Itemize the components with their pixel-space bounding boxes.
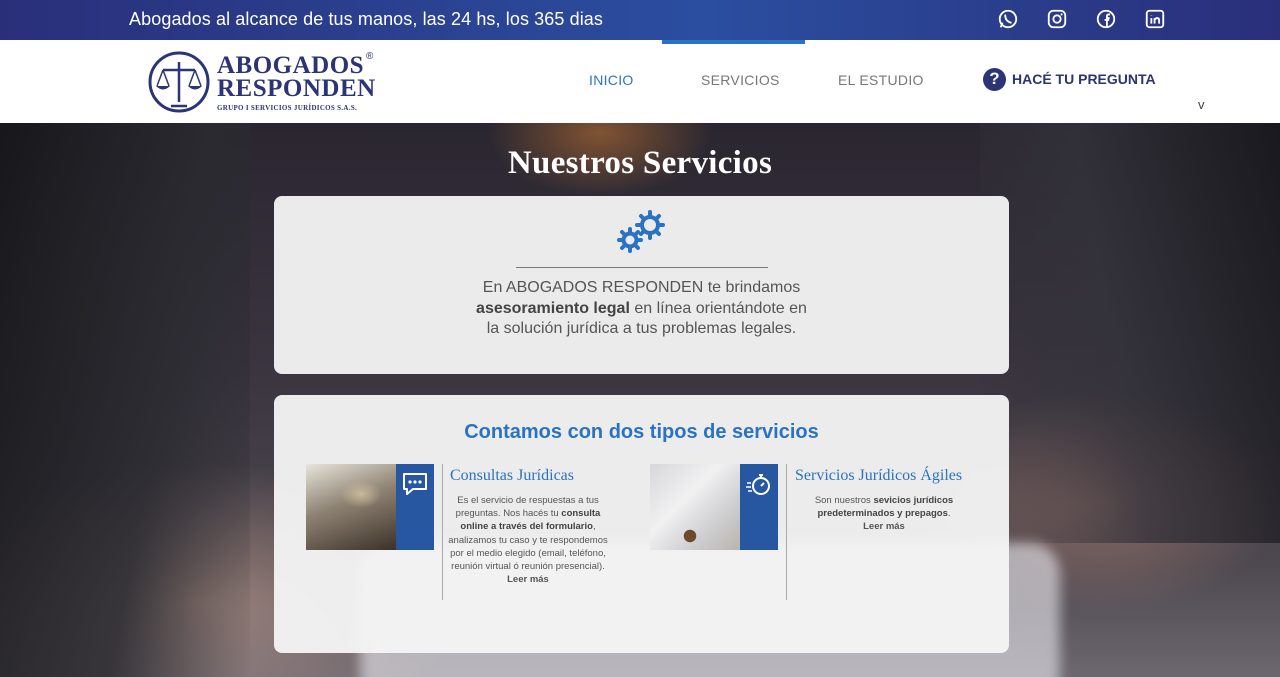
whatsapp-icon[interactable]	[997, 8, 1019, 30]
chevron-down-icon[interactable]: v	[1198, 97, 1205, 112]
logo[interactable]: ABOGADOS ® RESPONDEN GRUPO I SERVICIOS J…	[147, 50, 377, 114]
intro-text-bold: asesoramiento legal	[476, 299, 630, 317]
intro-card: En ABOGADOS RESPONDEN te brindamos aseso…	[274, 196, 1009, 374]
consultas-photo	[306, 464, 396, 550]
background-photo-right	[980, 123, 1280, 543]
hero-section: Nuestros Servicios En ABOGADOS RESPONDEN…	[0, 123, 1280, 677]
consultas-image[interactable]	[306, 464, 434, 550]
agiles-read-more-link[interactable]: Leer más	[863, 521, 905, 532]
ask-question-label: HACÉ TU PREGUNTA	[1012, 71, 1156, 87]
agiles-desc-1: Son nuestros	[814, 495, 871, 506]
instagram-icon[interactable]	[1046, 8, 1068, 30]
logo-subline: GRUPO I SERVICIOS JURÍDICOS S.A.S.	[217, 104, 358, 112]
nav-inicio[interactable]: INICIO	[589, 72, 634, 88]
page-title: Nuestros Servicios	[507, 145, 773, 181]
ask-question-button[interactable]: ? HACÉ TU PREGUNTA	[983, 67, 1156, 91]
registered-mark: ®	[366, 51, 374, 62]
intro-text: En ABOGADOS RESPONDEN te brindamos aseso…	[469, 278, 814, 340]
logo-line-2: RESPONDEN	[217, 75, 376, 102]
linkedin-icon[interactable]	[1144, 8, 1166, 30]
agiles-desc-2: .	[947, 508, 951, 520]
tagline: Abogados al alcance de tus manos, las 24…	[129, 9, 603, 29]
consultas-icon-band	[396, 464, 434, 550]
agiles-separator	[786, 464, 787, 600]
scales-of-justice-icon	[148, 51, 210, 113]
consultas-description: Es el servicio de respuestas a tus pregu…	[446, 494, 610, 586]
services-card: Contamos con dos tipos de servicios Cons…	[274, 395, 1009, 653]
nav-servicios[interactable]: SERVICIOS	[701, 72, 780, 88]
services-heading: Contamos con dos tipos de servicios	[464, 421, 819, 443]
agiles-description: Son nuestros sevicios jurídicos predeter…	[804, 494, 964, 534]
nav-el-estudio[interactable]: EL ESTUDIO	[838, 72, 924, 88]
divider	[516, 267, 768, 268]
chat-bubble-icon	[403, 473, 427, 495]
agiles-image[interactable]	[650, 464, 778, 550]
consultas-separator	[442, 464, 443, 600]
background-photo-left	[0, 123, 250, 677]
agiles-photo	[650, 464, 740, 550]
gears-icon	[617, 210, 665, 253]
facebook-icon[interactable]	[1095, 8, 1117, 30]
stopwatch-icon	[746, 474, 770, 495]
consultas-title[interactable]: Consultas Jurídicas	[450, 467, 574, 485]
question-icon: ?	[983, 67, 1006, 91]
agiles-icon-band	[740, 464, 778, 550]
agiles-title[interactable]: Servicios Jurídicos Ágiles	[795, 467, 962, 485]
consultas-read-more-link[interactable]: Leer más	[507, 574, 549, 585]
top-bar: Abogados al alcance de tus manos, las 24…	[0, 0, 1280, 40]
intro-text-part-1: En ABOGADOS RESPONDEN te brindamos	[482, 279, 801, 296]
site-header: ABOGADOS ® RESPONDEN GRUPO I SERVICIOS J…	[0, 40, 1280, 123]
active-nav-indicator	[662, 40, 805, 44]
